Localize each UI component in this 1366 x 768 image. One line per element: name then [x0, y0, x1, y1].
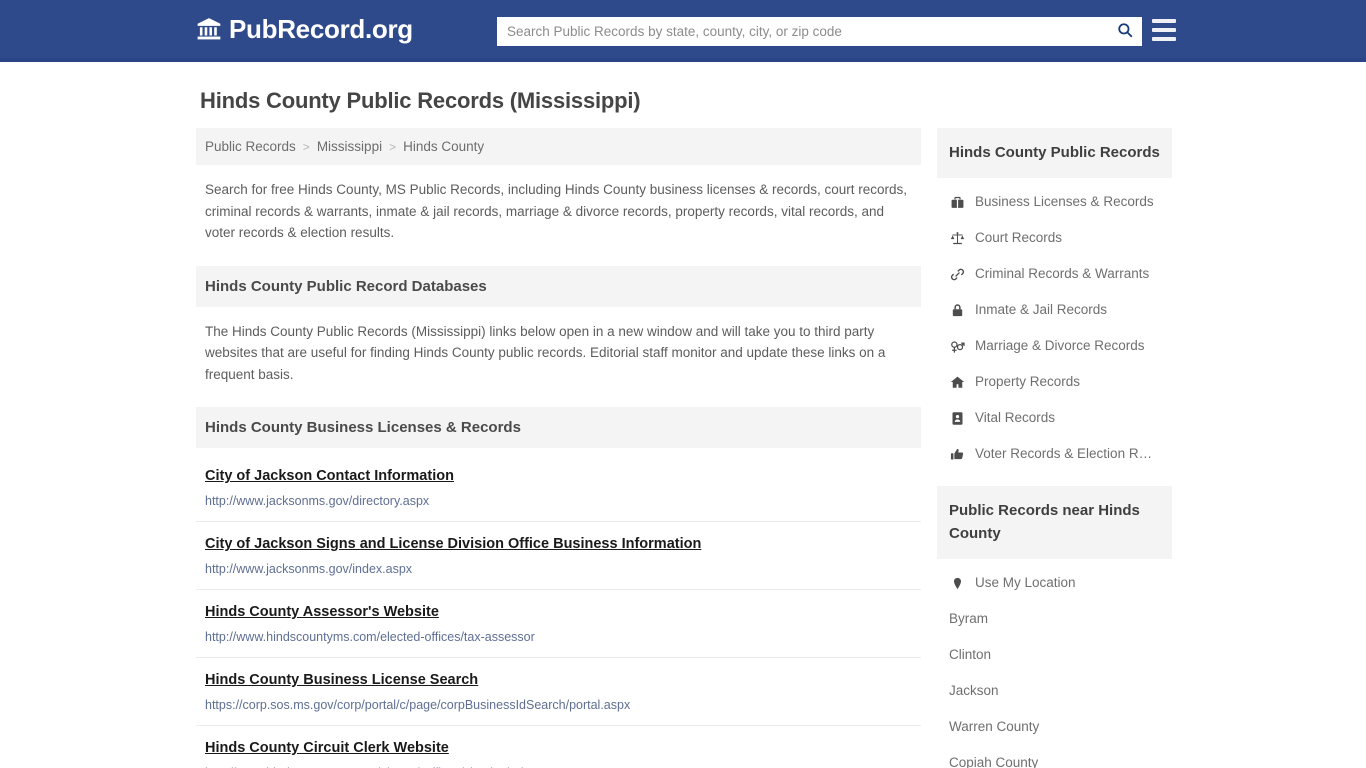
- databases-text: The Hinds County Public Records (Mississ…: [205, 323, 886, 382]
- venus-mars-icon: [949, 338, 965, 354]
- site-header: PubRecord.org: [0, 0, 1366, 62]
- breadcrumb-item-public-records[interactable]: Public Records: [205, 139, 296, 154]
- sidebar-records-list: Business Licenses & Records Court Record…: [937, 178, 1172, 472]
- sidebar-item-marriage-divorce-records[interactable]: Marriage & Divorce Records: [937, 328, 1172, 364]
- chain-link-icon: [949, 266, 965, 282]
- briefcase-icon: [949, 194, 965, 210]
- list-item: Hinds County Business License Search htt…: [196, 658, 921, 726]
- record-link-title[interactable]: City of Jackson Contact Information: [205, 466, 454, 486]
- page-title: Hinds County Public Records (Mississippi…: [200, 88, 641, 113]
- sidebar-item-jackson[interactable]: Jackson: [937, 673, 1172, 709]
- list-item: City of Jackson Contact Information http…: [196, 454, 921, 522]
- sidebar-item-property-records[interactable]: Property Records: [937, 364, 1172, 400]
- sidebar-item-warren-county[interactable]: Warren County: [937, 709, 1172, 745]
- sidebar-item-label: Court Records: [975, 230, 1063, 245]
- sidebar-item-label: Use My Location: [975, 575, 1076, 590]
- home-icon: [949, 374, 965, 390]
- record-link-url: http://www.jacksonms.gov/directory.aspx: [205, 494, 430, 508]
- site-logo[interactable]: PubRecord.org: [196, 16, 413, 42]
- scales-of-justice-icon: [949, 230, 965, 246]
- record-link-title[interactable]: City of Jackson Signs and License Divisi…: [205, 534, 701, 554]
- search-bar: [497, 17, 1142, 46]
- sidebar-item-criminal-records[interactable]: Criminal Records & Warrants: [937, 256, 1172, 292]
- site-logo-text: PubRecord.org: [229, 14, 413, 44]
- sidebar-item-label: Property Records: [975, 374, 1081, 389]
- hamburger-menu-icon[interactable]: [1152, 19, 1176, 41]
- breadcrumb-separator: >: [389, 139, 397, 154]
- content-columns: Public Records > Mississippi > Hinds Cou…: [196, 128, 1172, 768]
- sidebar-item-business-licenses[interactable]: Business Licenses & Records: [937, 184, 1172, 220]
- sidebar-item-label: Clinton: [949, 647, 992, 662]
- sidebar-item-label: Business Licenses & Records: [975, 194, 1154, 209]
- sidebar-item-copiah-county[interactable]: Copiah County: [937, 745, 1172, 768]
- record-link-title[interactable]: Hinds County Circuit Clerk Website: [205, 738, 449, 758]
- sidebar-item-byram[interactable]: Byram: [937, 601, 1172, 637]
- id-badge-icon: [949, 410, 965, 426]
- sidebar-item-clinton[interactable]: Clinton: [937, 637, 1172, 673]
- breadcrumb-item-hinds-county: Hinds County: [403, 139, 485, 154]
- sidebar-item-label: Warren County: [949, 719, 1040, 734]
- record-link-title[interactable]: Hinds County Assessor's Website: [205, 602, 439, 622]
- page-body: Hinds County Public Records (Mississippi…: [0, 88, 1366, 768]
- content-container: Hinds County Public Records (Mississippi…: [195, 88, 1172, 768]
- record-link-url: http://www.hindscountyms.com/elected-off…: [205, 630, 535, 644]
- sidebar-item-use-my-location[interactable]: Use My Location: [937, 565, 1172, 601]
- lock-icon: [949, 302, 965, 318]
- sidebar-near-box: Public Records near Hinds County Use My …: [937, 486, 1172, 768]
- sidebar-item-voter-records[interactable]: Voter Records & Election R…: [937, 436, 1172, 472]
- hamburger-bar: [1152, 37, 1176, 41]
- sidebar-item-label: Vital Records: [975, 410, 1056, 425]
- breadcrumb-item-mississippi[interactable]: Mississippi: [317, 139, 382, 154]
- breadcrumb-separator: >: [302, 139, 310, 154]
- sidebar-item-label: Copiah County: [949, 755, 1039, 768]
- record-link-url: https://corp.sos.ms.gov/corp/portal/c/pa…: [205, 698, 631, 712]
- sidebar-item-label: Inmate & Jail Records: [975, 302, 1108, 317]
- hamburger-bar: [1152, 28, 1176, 32]
- section-heading-business-licenses: Hinds County Business Licenses & Records: [196, 407, 921, 448]
- breadcrumb: Public Records > Mississippi > Hinds Cou…: [196, 128, 921, 165]
- sidebar-records-heading: Hinds County Public Records: [937, 128, 1172, 178]
- record-link-title[interactable]: Hinds County Business License Search: [205, 670, 478, 690]
- sidebar-records-box: Hinds County Public Records Business Lic: [937, 128, 1172, 472]
- search-icon: [1116, 21, 1134, 42]
- sidebar: Hinds County Public Records Business Lic: [937, 128, 1172, 768]
- sidebar-item-label: Criminal Records & Warrants: [975, 266, 1150, 281]
- main-column: Public Records > Mississippi > Hinds Cou…: [196, 128, 921, 768]
- search-button[interactable]: [1108, 17, 1142, 46]
- record-link-url: http://www.jacksonms.gov/index.aspx: [205, 562, 413, 576]
- business-licenses-link-list: City of Jackson Contact Information http…: [196, 454, 921, 768]
- bank-icon: [196, 16, 222, 42]
- thumbs-up-icon: [949, 446, 965, 462]
- sidebar-item-label: Jackson: [949, 683, 999, 698]
- sidebar-item-label: Marriage & Divorce Records: [975, 338, 1145, 353]
- sidebar-item-label: Voter Records & Election R…: [975, 446, 1153, 461]
- sidebar-near-heading: Public Records near Hinds County: [937, 486, 1172, 559]
- sidebar-near-list: Use My Location Byram Clinton Jackson Wa…: [937, 559, 1172, 768]
- sidebar-item-vital-records[interactable]: Vital Records: [937, 400, 1172, 436]
- section-heading-databases: Hinds County Public Record Databases: [196, 265, 921, 307]
- sidebar-item-inmate-jail-records[interactable]: Inmate & Jail Records: [937, 292, 1172, 328]
- list-item: Hinds County Assessor's Website http://w…: [196, 590, 921, 658]
- intro-text: Search for free Hinds County, MS Public …: [205, 182, 908, 240]
- list-item: Hinds County Circuit Clerk Website http:…: [196, 726, 921, 768]
- hamburger-bar: [1152, 19, 1176, 23]
- sidebar-item-label: Byram: [949, 611, 989, 626]
- map-pin-icon: [949, 575, 965, 591]
- list-item: City of Jackson Signs and License Divisi…: [196, 522, 921, 590]
- sidebar-item-court-records[interactable]: Court Records: [937, 220, 1172, 256]
- search-input[interactable]: [497, 18, 1108, 45]
